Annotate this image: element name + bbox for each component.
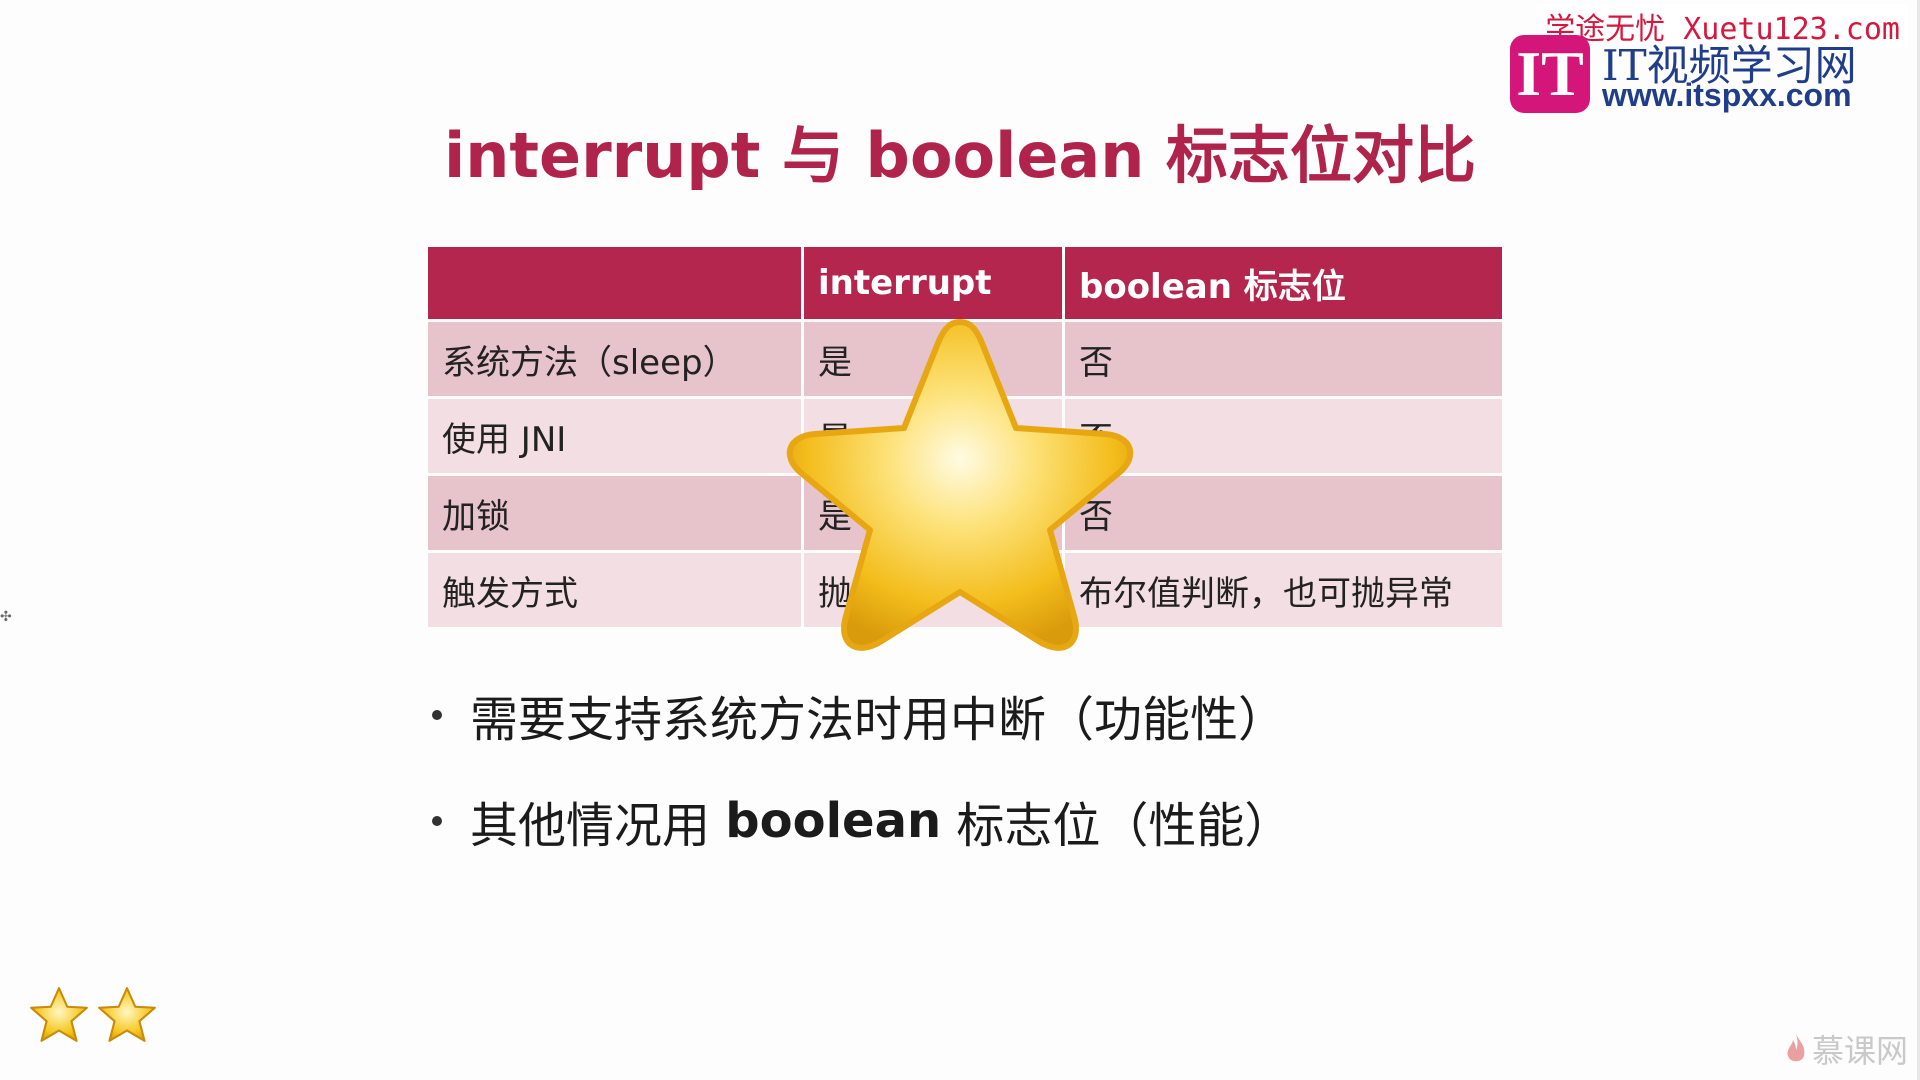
bullet-dot	[432, 816, 442, 826]
flame-icon	[1787, 1034, 1805, 1062]
star-icon	[786, 319, 1134, 651]
table-cell: 使用 JNI	[428, 399, 801, 473]
table-cell: 触发方式	[428, 553, 801, 627]
mouse-cursor-icon: ✣	[0, 608, 12, 624]
it-logo: IT	[1510, 35, 1590, 113]
bullet-list: 需要支持系统方法时用中断（功能性） 其他情况用 boolean 标志位（性能）	[432, 680, 1292, 892]
watermark-bottom-text: 慕课网	[1811, 1032, 1908, 1070]
slide-canvas: interrupt 与 boolean 标志位对比 interrupt bool…	[0, 0, 1920, 1080]
bullet-dot	[432, 710, 442, 720]
star-icon	[30, 987, 88, 1042]
table-cell: 系统方法（sleep）	[428, 322, 801, 396]
bullet-text: 需要支持系统方法时用中断（功能性）	[470, 692, 1287, 748]
table-cell: 加锁	[428, 476, 801, 550]
watermark-top-right: 学途无忧 Xuetu123.com IT IT视频学习网 www.itspxx.…	[1510, 0, 1920, 115]
watermark-url: www.itspxx.com	[1602, 77, 1852, 113]
bullet-item: 其他情况用 boolean 标志位（性能）	[432, 786, 1292, 856]
table-header-cell	[428, 247, 801, 319]
bullet-text-post: 标志位（性能）	[941, 798, 1293, 854]
star-icon	[98, 987, 156, 1042]
table-header-row: interrupt boolean 标志位	[428, 247, 1502, 319]
bullet-item: 需要支持系统方法时用中断（功能性）	[432, 680, 1292, 750]
slide-title: interrupt 与 boolean 标志位对比	[444, 119, 1476, 192]
table-header-cell: interrupt	[804, 247, 1062, 319]
bullet-text-bold: boolean	[725, 793, 942, 849]
rating-stars	[28, 985, 158, 1045]
table-header-cell: boolean 标志位	[1065, 247, 1502, 319]
watermark-bottom-right: 慕课网	[1784, 1026, 1908, 1072]
bullet-text-pre: 其他情况用	[470, 798, 726, 854]
